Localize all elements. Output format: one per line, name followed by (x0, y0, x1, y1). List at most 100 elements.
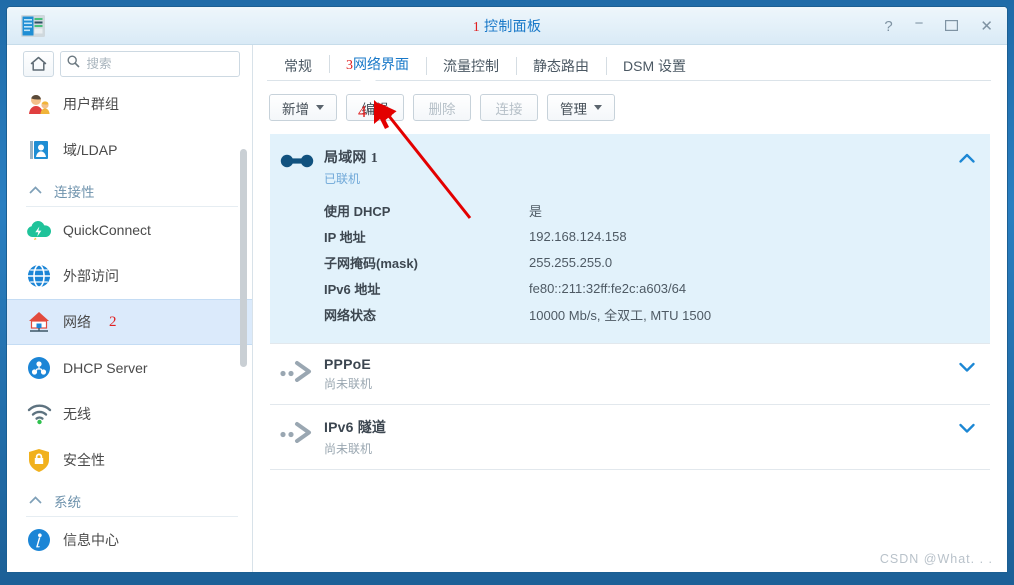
help-icon[interactable]: ? (884, 19, 892, 34)
minimize-icon[interactable]: − (915, 16, 924, 31)
sidebar-group-connectivity[interactable]: 连接性 (7, 173, 252, 206)
search-input[interactable] (86, 57, 233, 71)
sidebar-item-label: 网络 (63, 314, 91, 330)
tab-bar: 常规 3网络界面 流量控制 静态路由 DSM 设置 (253, 45, 1007, 82)
home-button[interactable] (23, 51, 55, 77)
network-home-icon (26, 309, 52, 335)
sidebar-group-label: 系统 (54, 495, 81, 510)
interface-name-label: 局域网 (324, 149, 367, 165)
detail-value: 10000 Mb/s, 全双工, MTU 1500 (529, 307, 712, 323)
network-interface-list: 局域网 1 已联机 使用 DHCP 是 IP 地址 192.168.124.15… (269, 133, 991, 572)
detail-row: IP 地址 192.168.124.158 (324, 223, 990, 249)
sidebar: 用户群组 域/LDAP (7, 45, 253, 572)
chevron-down-icon (316, 105, 324, 110)
delete-button[interactable]: 删除 (413, 94, 471, 121)
window-controls: ? − ✕ (884, 7, 993, 45)
detail-row: 网络状态 10000 Mb/s, 全双工, MTU 1500 (324, 301, 990, 327)
detail-value: 255.255.255.0 (529, 254, 613, 270)
sidebar-group-label: 连接性 (54, 185, 95, 200)
connect-button[interactable]: 连接 (480, 94, 538, 121)
tab-label: 常规 (284, 58, 312, 74)
tab-label: DSM 设置 (623, 58, 686, 74)
detail-row: 使用 DHCP 是 (324, 197, 990, 223)
search-box[interactable] (60, 51, 240, 77)
chevron-down-icon[interactable] (944, 417, 990, 433)
detail-row: 子网掩码(mask) 255.255.255.0 (324, 249, 990, 275)
control-panel-window: 1 控制面板 ? − ✕ 搜索 用户群组 域/LDAP 连接性 QuickCon… (6, 6, 1008, 573)
interface-name: PPPoE (324, 356, 371, 372)
pppoe-arrow-icon (270, 417, 324, 443)
edit-button[interactable]: 编辑 (346, 94, 404, 121)
interface-card-lan[interactable]: 局域网 1 已联机 使用 DHCP 是 IP 地址 192.168.124.15… (270, 134, 990, 343)
chevron-down-icon[interactable] (944, 356, 990, 372)
tab-traffic-control[interactable]: 流量控制 (426, 51, 516, 81)
detail-row: IPv6 地址 fe80::211:32ff:fe2c:a603/64 (324, 275, 990, 301)
sidebar-item-security[interactable]: 安全性 (7, 437, 252, 483)
tab-general[interactable]: 常规 (267, 51, 329, 81)
manage-button[interactable]: 管理 (547, 94, 615, 121)
sidebar-scrollbar-thumb[interactable] (240, 149, 247, 367)
globe-icon (26, 263, 52, 289)
wifi-icon (26, 401, 52, 427)
title-marker: 1 (472, 20, 481, 35)
sidebar-item-marker: 2 (109, 313, 117, 330)
interface-name: 局域网 1 (324, 147, 944, 167)
chevron-down-icon (594, 105, 602, 110)
lan-link-icon (270, 147, 324, 171)
delete-button-label: 删除 (428, 101, 456, 117)
interface-details: 使用 DHCP 是 IP 地址 192.168.124.158 子网掩码(mas… (270, 197, 990, 327)
create-button-label: 新增 (282, 101, 309, 117)
close-icon[interactable]: ✕ (980, 19, 993, 34)
interface-status: 尚未联机 (324, 442, 373, 456)
tab-label: 静态路由 (533, 58, 589, 74)
tab-static-route[interactable]: 静态路由 (516, 51, 606, 81)
domain-ldap-icon (26, 137, 52, 163)
interface-name-number: 1 (370, 151, 378, 166)
detail-key: 子网掩码(mask) (324, 255, 418, 271)
maximize-icon[interactable] (945, 19, 959, 33)
tab-label: 网络界面 (353, 56, 409, 72)
detail-value: 192.168.124.158 (529, 228, 627, 244)
chevron-up-icon (29, 495, 42, 507)
sidebar-item-dhcp-server[interactable]: DHCP Server (7, 345, 252, 391)
main-panel: 常规 3网络界面 流量控制 静态路由 DSM 设置 新增 编辑 删除 连接 管理… (253, 45, 1007, 572)
window-title: 1 控制面板 (7, 16, 1007, 36)
quickconnect-icon (26, 217, 52, 243)
sidebar-item-network[interactable]: 网络 2 (7, 299, 252, 345)
detail-value: 是 (529, 203, 543, 219)
edit-button-marker: 4 (358, 102, 367, 121)
search-icon (67, 55, 81, 73)
sidebar-item-user-groups[interactable]: 用户群组 (7, 81, 252, 127)
sidebar-item-domain-ldap[interactable]: 域/LDAP (7, 127, 252, 173)
sidebar-item-label: 外部访问 (63, 268, 119, 284)
chevron-up-icon (29, 185, 42, 197)
connect-button-label: 连接 (495, 101, 523, 117)
interface-card-pppoe[interactable]: PPPoE 尚未联机 (270, 343, 990, 404)
interface-name: IPv6 隧道 (324, 419, 387, 435)
sidebar-item-wireless[interactable]: 无线 (7, 391, 252, 437)
info-icon (26, 527, 52, 553)
sidebar-item-quickconnect[interactable]: QuickConnect (7, 207, 252, 253)
sidebar-item-info-center[interactable]: 信息中心 (7, 517, 252, 563)
interface-card-ipv6-tunnel[interactable]: IPv6 隧道 尚未联机 (270, 404, 990, 470)
detail-key: 网络状态 (324, 307, 377, 323)
detail-value: fe80::211:32ff:fe2c:a603/64 (529, 280, 687, 296)
sidebar-item-external-access[interactable]: 外部访问 (7, 253, 252, 299)
dhcp-server-icon (26, 355, 52, 381)
tab-network-interface[interactable]: 3网络界面 (329, 49, 426, 81)
tab-dsm-settings[interactable]: DSM 设置 (606, 51, 703, 81)
sidebar-item-label: 用户群组 (63, 96, 119, 112)
sidebar-item-label: DHCP Server (63, 360, 148, 376)
active-tab-pointer (359, 73, 377, 82)
sidebar-search-row (7, 45, 252, 81)
detail-key: 使用 DHCP (324, 203, 391, 219)
sidebar-group-system[interactable]: 系统 (7, 483, 252, 516)
tab-marker: 3 (346, 58, 353, 73)
shield-icon (26, 447, 52, 473)
users-icon (26, 91, 52, 117)
create-button[interactable]: 新增 (269, 94, 337, 121)
title-bar: 1 控制面板 ? − ✕ (7, 7, 1007, 45)
chevron-up-icon[interactable] (944, 147, 990, 163)
sidebar-item-label: 域/LDAP (63, 142, 118, 158)
detail-key: IP 地址 (324, 229, 366, 245)
